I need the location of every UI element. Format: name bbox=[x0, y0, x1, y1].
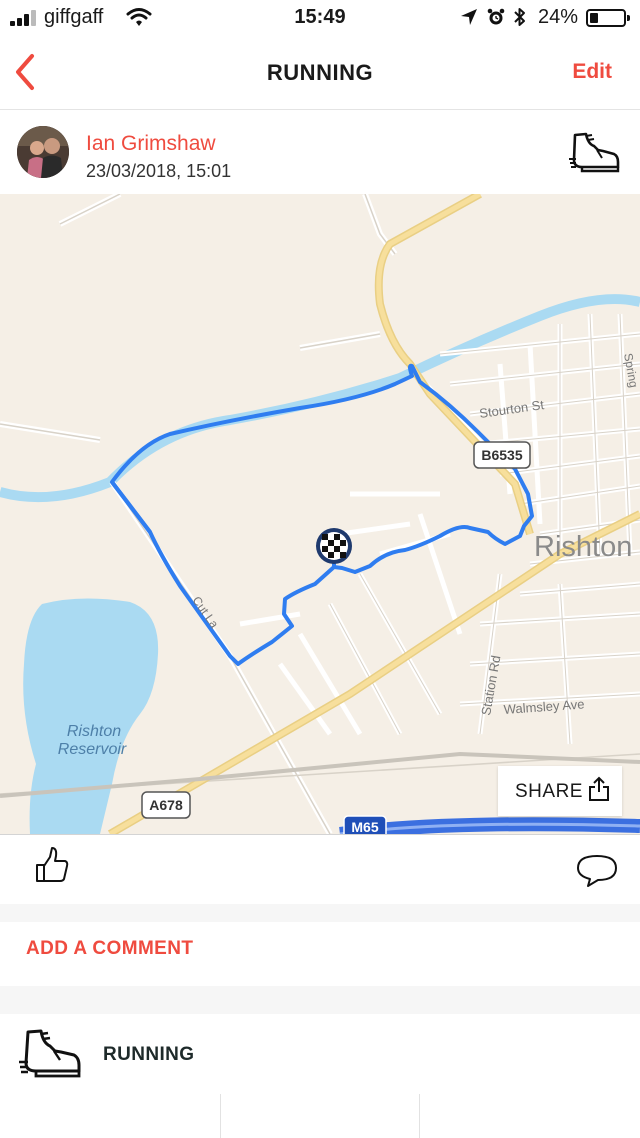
stat-divider bbox=[419, 1094, 420, 1138]
shield-b6535: B6535 bbox=[473, 441, 531, 469]
section-spacer bbox=[0, 904, 640, 922]
shield-a678-text: A678 bbox=[149, 797, 183, 813]
activity-datetime: 23/03/2018, 15:01 bbox=[86, 161, 232, 181]
reservoir-water bbox=[23, 598, 159, 834]
alarm-icon bbox=[487, 8, 505, 25]
status-bar: giffgaff 15:49 24% bbox=[0, 0, 640, 36]
speech-bubble-icon[interactable] bbox=[576, 853, 618, 889]
running-shoe-icon bbox=[569, 132, 620, 173]
battery-icon bbox=[586, 9, 630, 27]
reservoir-label-2: Reservoir bbox=[58, 741, 127, 758]
actions-row bbox=[0, 834, 640, 904]
shield-b6535-text: B6535 bbox=[481, 447, 522, 463]
street-label-cut: Cut La bbox=[190, 594, 222, 631]
route-map[interactable]: B6535 A678 M65 Rishton Rishton Reservoir… bbox=[0, 194, 640, 834]
add-comment-row[interactable]: ADD A COMMENT bbox=[0, 922, 640, 986]
activity-owner-row: Ian Grimshaw 23/03/2018, 15:01 bbox=[0, 110, 640, 194]
reservoir-label-1: Rishton bbox=[67, 723, 121, 740]
page-title: RUNNING bbox=[266, 60, 374, 85]
shield-a678: A678 bbox=[141, 791, 191, 819]
share-icon bbox=[589, 776, 609, 801]
section-spacer bbox=[0, 986, 640, 1014]
share-button[interactable]: SHARE bbox=[498, 766, 622, 816]
shield-m65-text: M65 bbox=[351, 819, 378, 834]
stat-divider bbox=[220, 1094, 221, 1138]
activity-type-row: RUNNING bbox=[0, 1014, 640, 1138]
nav-header: RUNNING Edit bbox=[0, 36, 640, 110]
activity-type-label: RUNNING bbox=[103, 1044, 195, 1065]
share-label: SHARE bbox=[515, 781, 583, 802]
town-label: Rishton bbox=[534, 531, 632, 563]
bluetooth-icon bbox=[514, 8, 525, 26]
checkered-flag-icon bbox=[316, 528, 352, 564]
running-shoe-icon bbox=[19, 1029, 81, 1078]
thumbs-up-icon[interactable] bbox=[34, 845, 70, 885]
avatar[interactable] bbox=[17, 126, 69, 178]
add-comment-button[interactable]: ADD A COMMENT bbox=[26, 938, 193, 960]
location-arrow-icon bbox=[461, 9, 477, 25]
shield-m65: M65 bbox=[343, 815, 387, 834]
user-name[interactable]: Ian Grimshaw bbox=[86, 132, 216, 156]
edit-button[interactable]: Edit bbox=[572, 60, 612, 84]
battery-percent: 24% bbox=[538, 6, 579, 28]
